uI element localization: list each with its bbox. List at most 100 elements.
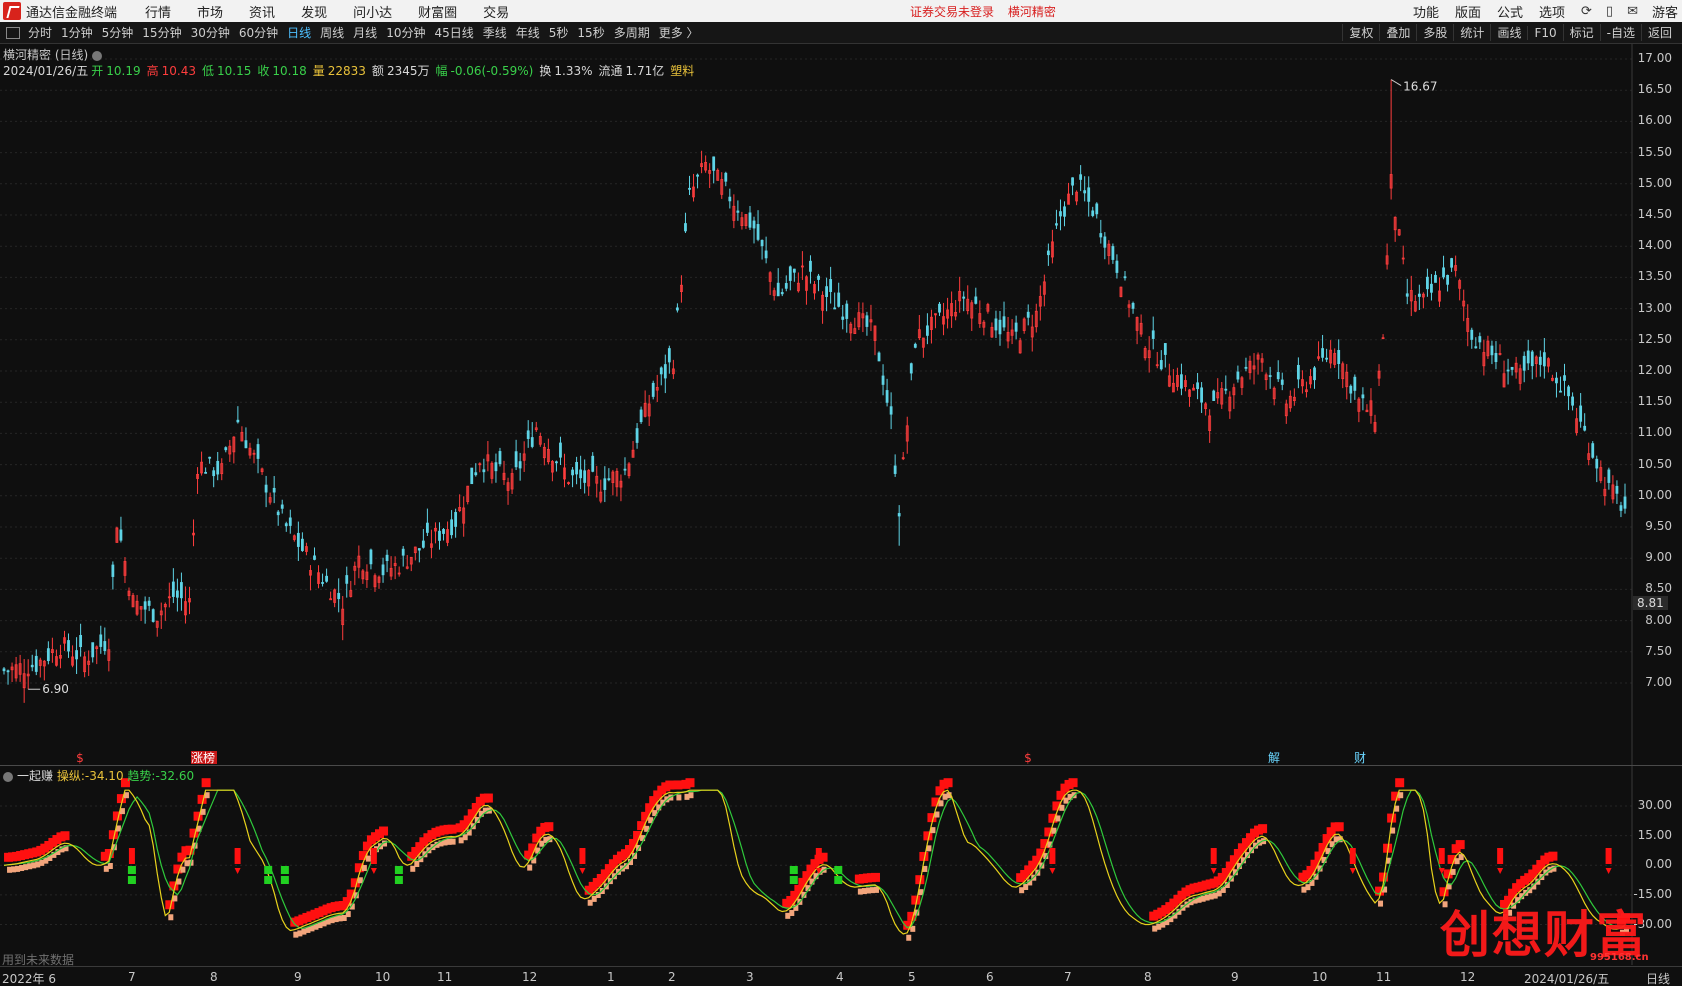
candle-body (421, 540, 425, 548)
period-tab[interactable]: 45日线 (434, 24, 473, 41)
candle-body (555, 461, 558, 464)
candle-body (180, 582, 183, 599)
indicator-bar-peach (535, 847, 541, 854)
restore-rights-button[interactable]: 复权 (1342, 24, 1379, 41)
phone-icon[interactable]: ▯ (1606, 4, 1613, 19)
buy-signal (264, 866, 273, 874)
menu-function[interactable]: 功能 (1413, 2, 1439, 21)
menu-markets[interactable]: 市场 (197, 2, 223, 21)
overlay-button[interactable]: 叠加 (1379, 24, 1416, 41)
time-axis-label: 8 (210, 970, 218, 984)
drawing-button[interactable]: 画线 (1490, 24, 1527, 41)
indicator-bar-red (1334, 822, 1344, 832)
buy-signal (834, 876, 843, 884)
price-axis-label: 8.50 (1645, 581, 1672, 596)
menu-wealth-circle[interactable]: 财富圈 (418, 2, 457, 21)
period-more[interactable]: 更多 〉 (659, 24, 699, 41)
period-tab[interactable]: 月线 (353, 24, 377, 41)
candle-body (438, 530, 441, 541)
candle-body (845, 303, 849, 319)
period-tab[interactable]: 季线 (483, 24, 507, 41)
candle-body (1405, 293, 1409, 297)
indicator-bar-red (943, 778, 953, 788)
multi-stock-button[interactable]: 多股 (1416, 24, 1453, 41)
statistics-button[interactable]: 统计 (1453, 24, 1490, 41)
menu-trade[interactable]: 交易 (483, 2, 509, 21)
event-marker: 解 (1268, 751, 1280, 765)
indicator-bar-red (1395, 778, 1405, 788)
indicator-options-icon[interactable] (3, 771, 13, 782)
candle-body (34, 655, 38, 672)
period-tab[interactable]: 5秒 (549, 24, 569, 41)
buy-signal (789, 876, 798, 884)
candle-body (417, 548, 421, 551)
period-tab[interactable]: 60分钟 (239, 24, 278, 41)
menu-layout[interactable]: 版面 (1455, 2, 1481, 21)
indicator-chart[interactable] (0, 766, 1682, 965)
sell-signal-arrow (1049, 868, 1056, 874)
candle-body (1478, 336, 1482, 343)
sell-signal (1049, 848, 1056, 864)
menu-formula[interactable]: 公式 (1497, 2, 1523, 21)
period-tab[interactable]: 1分钟 (61, 24, 93, 41)
close-label: 收 (257, 64, 270, 78)
user-label[interactable]: 游客 (1652, 2, 1678, 21)
chart-title[interactable]: 横河精密 (日线) (3, 46, 103, 63)
candle-body (1567, 386, 1570, 397)
mail-icon[interactable]: ✉ (1627, 4, 1638, 19)
candle-body (474, 472, 478, 476)
candle-body (337, 592, 341, 600)
mark-button[interactable]: 标记 (1562, 24, 1600, 41)
candle-body (994, 318, 998, 331)
indicator-bar-peach (168, 914, 174, 921)
menu-discover[interactable]: 发现 (301, 2, 327, 21)
period-tab[interactable]: 5分钟 (102, 24, 134, 41)
candle-body (526, 430, 530, 439)
period-tab[interactable]: 15秒 (577, 24, 604, 41)
buy-signal (127, 866, 136, 874)
remove-watchlist-button[interactable]: -自选 (1599, 24, 1641, 41)
f10-button[interactable]: F10 (1527, 25, 1562, 40)
candle-body (1426, 276, 1429, 290)
candle-body (494, 462, 498, 472)
login-notice[interactable]: 证券交易未登录 (910, 5, 994, 19)
period-tab[interactable]: 分时 (28, 24, 52, 41)
period-tab[interactable]: 30分钟 (191, 24, 230, 41)
menu-news[interactable]: 资讯 (249, 2, 275, 21)
indicator-name[interactable]: 一起赚 (17, 769, 53, 783)
candlestick-chart[interactable]: 16.67 6.90 $ 涨榜 $ 解 财 (0, 44, 1682, 766)
candle-body (688, 187, 691, 190)
panel-toggle-icon[interactable] (6, 26, 20, 39)
chart-options-icon[interactable] (92, 50, 103, 61)
sector-label[interactable]: 塑料 (670, 64, 694, 78)
time-axis-label: 10 (1312, 970, 1328, 984)
candle-body (1026, 311, 1030, 318)
line2-label: 趋势: (127, 769, 156, 783)
menu-ask-xiaoda[interactable]: 问小达 (353, 2, 392, 21)
menu-market[interactable]: 行情 (145, 2, 171, 21)
candle-body (6, 670, 10, 673)
period-tab[interactable]: 15分钟 (142, 24, 181, 41)
candle-body (256, 444, 260, 459)
sell-signal (128, 848, 135, 864)
indicator-bar-red (870, 872, 880, 882)
indicator-bar-peach (450, 838, 456, 845)
candle-body (1087, 187, 1091, 202)
period-tab[interactable]: 多周期 (614, 24, 650, 41)
period-tab-active[interactable]: 日线 (287, 24, 311, 41)
candle-body (571, 469, 574, 476)
candle-body (518, 461, 522, 469)
candle-body (1103, 236, 1107, 248)
candle-body (224, 447, 228, 451)
refresh-icon[interactable]: ⟳ (1581, 4, 1592, 19)
menu-options[interactable]: 选项 (1539, 2, 1565, 21)
period-tab[interactable]: 10分钟 (386, 24, 425, 41)
sell-signal (579, 848, 586, 864)
period-tab[interactable]: 周线 (320, 24, 344, 41)
time-axis-label: 5 (908, 970, 916, 984)
candle-body (696, 174, 699, 177)
candle-body (482, 469, 486, 473)
period-tab[interactable]: 年线 (516, 24, 540, 41)
candle-body (1212, 390, 1216, 401)
back-button[interactable]: 返回 (1640, 24, 1678, 41)
